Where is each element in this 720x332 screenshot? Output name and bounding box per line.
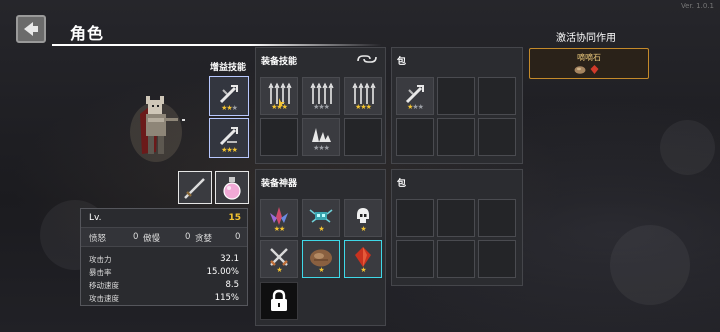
mech-crab-icon xyxy=(309,209,333,223)
skill-slot-1[interactable]: ★★★ xyxy=(260,77,298,115)
bag-skill-slot-5[interactable] xyxy=(437,118,475,156)
crossed-swords-icon xyxy=(270,247,288,266)
skill-slot-2[interactable]: ★★★ xyxy=(302,77,340,115)
star-rating: ★★★ xyxy=(355,103,372,111)
artifact-slot-3[interactable]: ★ xyxy=(344,199,382,237)
equipped-skills-title: 装备技能 xyxy=(261,57,298,67)
stat-label: 移动速度 xyxy=(89,281,119,290)
star-rating: ★ xyxy=(360,225,366,233)
back-arrow-icon xyxy=(24,22,38,36)
traits-row: 愤怒 0 傲慢 0 贪婪 0 xyxy=(81,227,247,247)
bag-artifact-slot-1[interactable] xyxy=(396,199,434,237)
star-rating: ★★★ xyxy=(221,104,238,112)
bag-skill-slot-4[interactable] xyxy=(396,118,434,156)
red-gem-icon xyxy=(590,65,599,74)
star-rating: ★★★ xyxy=(313,144,330,152)
red-gem-icon xyxy=(355,246,371,267)
stone-icon xyxy=(574,66,586,74)
artifact-bag-title: 包 xyxy=(397,179,407,189)
skill-slot-5[interactable]: ★★★ xyxy=(302,118,340,156)
artifact-slot-6[interactable]: ★ xyxy=(344,240,382,278)
skill-bag-title: 包 xyxy=(397,57,407,67)
potion-slot[interactable] xyxy=(215,171,249,204)
bag-artifact-slot-3[interactable] xyxy=(478,199,516,237)
bag-skill-slot-1[interactable]: ★★★ xyxy=(396,77,434,115)
skill-slot-3[interactable]: ★★★ xyxy=(344,77,382,115)
bag-artifact-slot-5[interactable] xyxy=(437,240,475,278)
chain-link-icon[interactable] xyxy=(355,53,379,65)
star-rating: ★★★ xyxy=(271,103,288,111)
synergy-card[interactable]: 嘀嘀石 xyxy=(529,48,649,79)
spike-trap-icon xyxy=(312,127,331,142)
sword-strike-icon xyxy=(219,126,238,145)
boost-skill-slot-1[interactable]: ★★★ xyxy=(209,76,249,116)
star-rating: ★ xyxy=(318,266,324,274)
trait-name: 傲慢 xyxy=(143,234,161,244)
page-title: 角色 xyxy=(70,24,105,43)
sword-icon xyxy=(184,177,205,199)
skull-icon xyxy=(357,207,369,223)
equipped-artifacts-title: 装备神器 xyxy=(261,179,298,189)
bag-artifact-slot-6[interactable] xyxy=(478,240,516,278)
star-rating: ★★★ xyxy=(313,103,330,111)
skill-slot-4[interactable] xyxy=(260,118,298,156)
bag-skill-slot-6[interactable] xyxy=(478,118,516,156)
artifact-slot-4[interactable]: ★ xyxy=(260,240,298,278)
stat-value: 32.1 xyxy=(220,254,239,264)
artifact-slot-2[interactable]: ★ xyxy=(302,199,340,237)
trait-value: 0 xyxy=(133,232,139,242)
level-label: Lv. xyxy=(89,213,102,223)
skill-slot-6[interactable] xyxy=(344,118,382,156)
synergy-item-name: 嘀嘀石 xyxy=(577,53,601,62)
stat-label: 暴击率 xyxy=(89,268,112,277)
stat-value: 15.00% xyxy=(206,267,239,277)
sword-strike-icon xyxy=(219,84,238,103)
trait-name: 愤怒 xyxy=(89,234,107,244)
boost-skill-slot-2[interactable]: ★★★ xyxy=(209,118,249,158)
star-rating: ★ xyxy=(360,266,366,274)
bag-artifact-slot-4[interactable] xyxy=(396,240,434,278)
stat-value: 115% xyxy=(214,293,239,303)
title-underline xyxy=(52,44,382,46)
trait-value: 0 xyxy=(185,232,191,242)
star-rating: ★ xyxy=(276,266,282,274)
synergy-title: 激活协同作用 xyxy=(556,33,616,44)
star-rating: ★★★ xyxy=(407,103,424,111)
header: 角色 xyxy=(52,14,632,46)
bag-artifact-slot-2[interactable] xyxy=(437,199,475,237)
star-rating: ★ xyxy=(318,225,324,233)
trait-value: 0 xyxy=(235,232,241,242)
stat-row: 攻击力 32.1 xyxy=(89,254,239,265)
boost-skills-label: 增益技能 xyxy=(210,63,247,73)
locked-artifact-slot[interactable] xyxy=(260,282,298,320)
character-sprite xyxy=(128,92,190,162)
stat-value: 8.5 xyxy=(225,280,239,290)
star-rating: ★★★ xyxy=(221,146,238,154)
bag-skill-slot-3[interactable] xyxy=(478,77,516,115)
lock-icon xyxy=(271,289,287,311)
star-rating: ★★ xyxy=(273,225,286,233)
crystal-flower-icon xyxy=(270,206,288,225)
potion-icon xyxy=(223,176,241,200)
stat-label: 攻击力 xyxy=(89,255,112,264)
stat-row: 移动速度 8.5 xyxy=(89,280,239,291)
back-button[interactable] xyxy=(16,15,46,43)
stat-row: 暴击率 15.00% xyxy=(89,267,239,278)
artifact-slot-5[interactable]: ★ xyxy=(302,240,340,278)
stat-row: 攻击速度 115% xyxy=(89,293,239,304)
stat-label: 攻击速度 xyxy=(89,294,119,303)
trait-name: 贪婪 xyxy=(195,234,213,244)
bag-skill-slot-2[interactable] xyxy=(437,77,475,115)
version-label: Ver. 1.0.1 xyxy=(680,2,714,10)
weapon-slot[interactable] xyxy=(178,171,212,204)
artifact-slot-1[interactable]: ★★ xyxy=(260,199,298,237)
stone-icon xyxy=(310,249,332,267)
level-value: 15 xyxy=(228,213,241,223)
character-stats: Lv. 15 愤怒 0 傲慢 0 贪婪 0 攻击力 32.1 暴击率 15.00… xyxy=(80,208,248,306)
